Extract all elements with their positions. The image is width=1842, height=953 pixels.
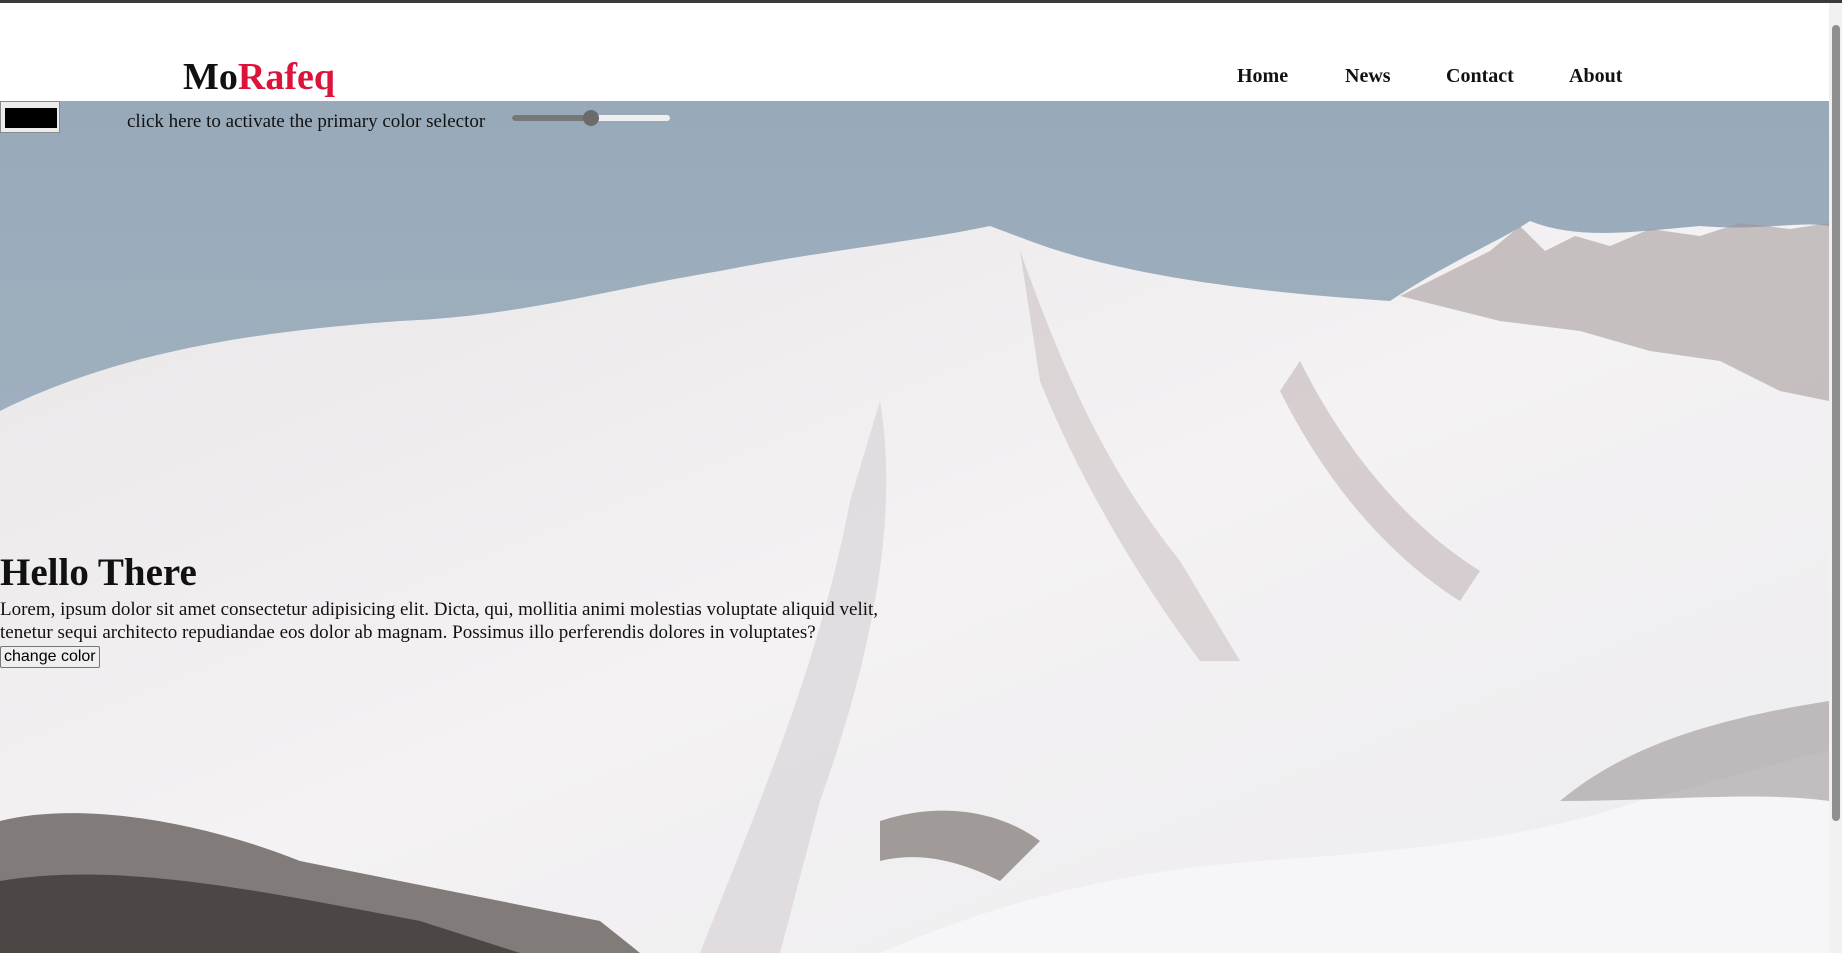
- mountain-illustration: [0, 101, 1829, 953]
- slider-thumb[interactable]: [583, 110, 599, 126]
- hero-title: Hello There: [0, 551, 197, 594]
- logo[interactable]: MoRafeq: [183, 55, 335, 99]
- vertical-scrollbar[interactable]: [1829, 3, 1842, 953]
- nav-about[interactable]: About: [1569, 65, 1629, 88]
- slider-fill: [512, 115, 591, 121]
- scrollbar-thumb[interactable]: [1832, 25, 1840, 821]
- logo-part-2: Rafeq: [237, 56, 335, 98]
- hero-background-image: [0, 101, 1829, 953]
- color-picker[interactable]: [0, 101, 60, 133]
- nav-home[interactable]: Home: [1237, 65, 1345, 88]
- logo-part-1: Mo: [183, 56, 238, 98]
- main-nav: Home News Contact About: [1237, 65, 1629, 88]
- nav-news[interactable]: News: [1345, 65, 1446, 88]
- nav-contact[interactable]: Contact: [1446, 65, 1569, 88]
- color-selector-label: click here to activate the primary color…: [127, 111, 486, 132]
- hero-text: Lorem, ipsum dolor sit amet consectetur …: [0, 599, 879, 643]
- color-swatch: [5, 108, 57, 128]
- change-color-button[interactable]: change color: [0, 646, 100, 668]
- range-slider[interactable]: [512, 110, 670, 126]
